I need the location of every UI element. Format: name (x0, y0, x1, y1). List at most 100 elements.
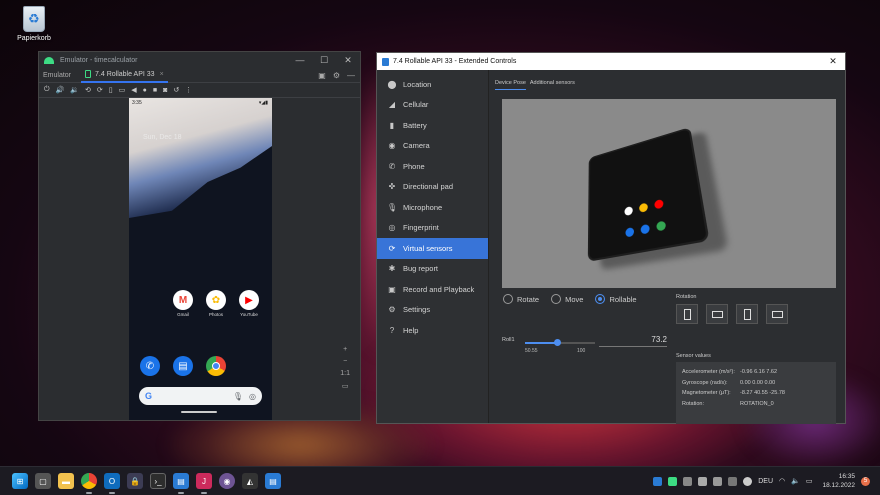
roll-slider[interactable] (525, 339, 595, 346)
sidebar-item-fingerprint[interactable]: ◎ Fingerprint (377, 218, 488, 239)
sidebar-item-bug-report[interactable]: ✱ Bug report (377, 259, 488, 280)
hide-icon[interactable]: — (347, 71, 355, 80)
back-icon[interactable]: ◀ (131, 86, 136, 94)
volume-up-icon[interactable]: 🔊 (56, 86, 65, 94)
recycle-bin-desktop-icon[interactable]: Papierkorb (12, 6, 56, 42)
rollable-device-model[interactable] (587, 126, 710, 262)
gesture-bar[interactable] (181, 411, 217, 413)
model-app-icon (625, 226, 635, 238)
tab-device[interactable]: 7.4 Rollable API 33 × (81, 68, 168, 83)
android-studio-icon[interactable]: ◭ (242, 473, 258, 489)
app-gmail[interactable]: M Gmail (171, 290, 195, 317)
sidebar-item-virtual-sensors[interactable]: ⟳ Virtual sensors (377, 238, 488, 259)
steam-icon[interactable] (713, 476, 723, 486)
sidebar-item-cellular[interactable]: ◢ Cellular (377, 95, 488, 116)
radio-move[interactable]: Move (551, 294, 583, 304)
tray-app-icon[interactable] (668, 476, 678, 486)
rotate-reverse-landscape-button[interactable] (766, 304, 788, 324)
fit-screen-icon[interactable]: ▭ (340, 382, 350, 390)
screenshot-icon[interactable]: ◙ (163, 87, 167, 94)
home-icon[interactable]: ● (143, 87, 147, 94)
taskbar-clock[interactable]: 16:35 18.12.2022 (822, 472, 855, 490)
lens-icon[interactable]: ◎ (249, 392, 256, 401)
maximize-button[interactable]: ☐ (312, 55, 336, 66)
radio-rollable[interactable]: Rollable (595, 294, 637, 304)
sidebar-item-camera[interactable]: ◉ Camera (377, 136, 488, 157)
bluetooth-icon[interactable] (653, 476, 663, 486)
phone-icon: ✆ (388, 161, 396, 171)
sidebar-item-microphone[interactable]: 🎙 Microphone (377, 197, 488, 218)
emulator-taskbar-icon[interactable]: ▤ (173, 473, 189, 494)
keepass-icon[interactable]: 🔒 (127, 473, 143, 489)
close-tab-icon[interactable]: × (160, 71, 164, 78)
task-view-icon[interactable]: ▢ (35, 473, 51, 489)
cloud-icon[interactable] (743, 476, 753, 486)
phone-app-icon[interactable]: ✆ (140, 356, 160, 376)
rotate-landscape-button[interactable] (706, 304, 728, 324)
notification-badge[interactable]: 5 (861, 476, 870, 486)
terminal-icon[interactable]: ›_ (150, 473, 166, 489)
sidebar-item-help[interactable]: ? Help (377, 320, 488, 341)
roll-value-input[interactable]: 73.2 (599, 335, 667, 347)
language-indicator[interactable]: DEU (758, 478, 773, 485)
close-button[interactable]: ✕ (336, 55, 360, 66)
rotate-portrait-button[interactable] (676, 304, 698, 324)
snapshot-icon[interactable]: ↺ (173, 86, 179, 94)
sidebar-item-location[interactable]: ⬤ Location (377, 74, 488, 95)
sidebar-item-directional-pad[interactable]: ✜ Directional pad (377, 177, 488, 198)
zoom-in-button[interactable]: + (340, 346, 350, 353)
radio-indicator (551, 294, 562, 304)
sensor-value: 0.00 0.00 0.00 (740, 379, 776, 386)
close-button[interactable]: ✕ (821, 56, 845, 67)
sidebar-item-label: Camera (403, 141, 430, 151)
extended-controls-taskbar-icon[interactable]: ▤ (265, 473, 281, 489)
rotate-reverse-portrait-button[interactable] (736, 304, 758, 324)
minimize-button[interactable]: — (288, 55, 312, 66)
chrome-app-icon[interactable] (206, 356, 226, 376)
phone-screen[interactable]: 3:35 ▾◢▮ Sun, Dec 18 M Gmail ✿ Photos ▶ … (129, 98, 272, 420)
windows-start-icon[interactable]: ⊞ (12, 473, 28, 489)
roll-slider-thumb[interactable] (554, 339, 562, 346)
power-icon[interactable]: ⏻ (44, 86, 50, 94)
sidebar-item-phone[interactable]: ✆ Phone (377, 156, 488, 177)
overview-icon[interactable]: ■ (153, 87, 157, 94)
device-pose-viewport[interactable] (502, 99, 836, 288)
jetbrains-icon[interactable]: J (196, 473, 212, 494)
sidebar-item-settings[interactable]: ⚙ Settings (377, 300, 488, 321)
zoom-actual-button[interactable]: 1:1 (340, 370, 350, 377)
messages-app-icon[interactable]: ▤ (173, 356, 193, 376)
microphone-icon[interactable]: 🎙 (233, 392, 243, 401)
tray-app-icon[interactable] (683, 476, 693, 486)
google-search-bar[interactable]: G 🎙 ◎ (139, 387, 262, 405)
sidebar-item-battery[interactable]: ▮ Battery (377, 115, 488, 136)
tray-app-icon[interactable] (728, 476, 738, 486)
file-explorer-icon[interactable]: ▬ (58, 473, 74, 489)
portrait-icon (683, 308, 691, 320)
sidebar-item-label: Bug report (403, 264, 439, 274)
volume-down-icon[interactable]: 🔉 (70, 86, 79, 94)
gear-icon[interactable]: ⚙ (333, 71, 340, 80)
app-photos[interactable]: ✿ Photos (204, 290, 228, 317)
tab-additional-sensors[interactable]: Additional sensors (530, 80, 575, 90)
window-mode-icon[interactable]: ▣ (318, 71, 326, 80)
app-youtube[interactable]: ▶ YouTube (237, 290, 261, 317)
outlook-icon[interactable]: O (104, 473, 120, 494)
wifi-icon[interactable]: ◠ (779, 477, 785, 485)
battery-icon[interactable]: ▭ (806, 477, 813, 485)
rotate-left-icon[interactable]: ⟲ (85, 86, 91, 94)
unfold-icon[interactable]: ▭ (119, 86, 126, 94)
rotate-right-icon[interactable]: ⟳ (97, 86, 103, 94)
tray-app-icon[interactable] (698, 476, 708, 486)
emulator-display-area: 3:35 ▾◢▮ Sun, Dec 18 M Gmail ✿ Photos ▶ … (39, 98, 360, 420)
speaker-icon[interactable]: 🔈 (791, 477, 800, 485)
more-icon[interactable]: ⋮ (185, 86, 192, 94)
radio-rotate[interactable]: Rotate (503, 294, 539, 304)
chrome-icon[interactable] (81, 473, 97, 494)
model-app-icon (638, 202, 649, 213)
reverse-portrait-icon (743, 308, 751, 320)
sidebar-item-record-and-playback[interactable]: ▣ Record and Playback (377, 279, 488, 300)
fold-icon[interactable]: ▯ (109, 86, 113, 94)
github-icon[interactable]: ◉ (219, 473, 235, 489)
zoom-out-button[interactable]: − (340, 358, 350, 365)
tab-device-pose[interactable]: Device Pose (495, 80, 526, 90)
